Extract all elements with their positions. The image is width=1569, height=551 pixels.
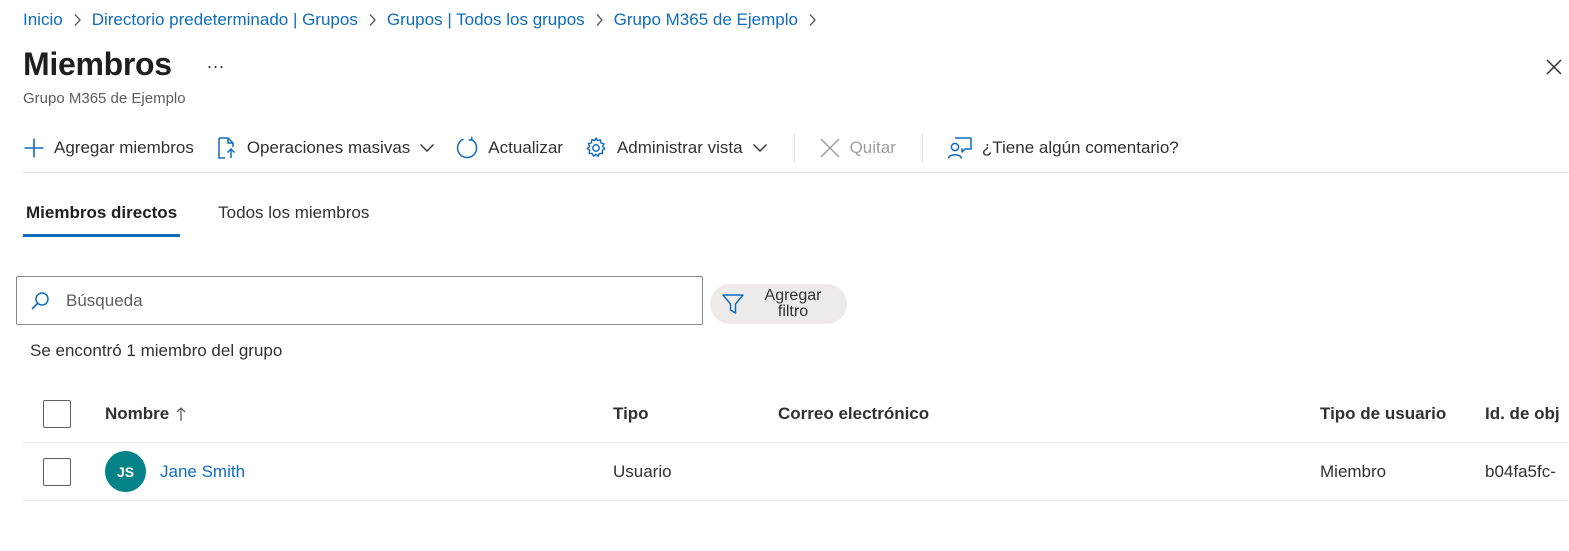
refresh-label: Actualizar: [488, 138, 563, 157]
bulk-operations-button[interactable]: Operaciones masivas: [216, 131, 435, 165]
manage-view-button[interactable]: Administrar vista: [584, 131, 768, 165]
members-table: Nombre Tipo Correo electrónico Tipo de u…: [23, 385, 1569, 501]
chevron-down-icon: [752, 143, 768, 153]
refresh-button[interactable]: Actualizar: [455, 131, 563, 165]
feedback-label: ¿Tiene algún comentario?: [981, 138, 1179, 157]
member-name-link[interactable]: Jane Smith: [160, 462, 245, 482]
search-icon: [30, 291, 52, 311]
row-select-cell: [43, 443, 71, 500]
add-filter-label: Agregar filtro: [764, 287, 822, 320]
avatar: JS: [105, 451, 146, 492]
name-cell: JS Jane Smith: [105, 443, 245, 500]
page-subtitle: Grupo M365 de Ejemplo: [23, 90, 186, 107]
breadcrumb: Inicio Directorio predeterminado | Grupo…: [23, 10, 827, 30]
search-box: [16, 276, 703, 325]
select-all-checkbox[interactable]: [43, 399, 71, 428]
type-cell: Usuario: [613, 461, 672, 481]
plus-icon: [23, 137, 45, 159]
breadcrumb-directory-groups[interactable]: Directorio predeterminado | Grupos: [92, 10, 358, 30]
member-tabs: Miembros directos Todos los miembros: [23, 200, 407, 237]
object-id-cell: b04fa5fc-: [1485, 461, 1556, 481]
tab-all-members[interactable]: Todos los miembros: [215, 200, 372, 237]
breadcrumb-home[interactable]: Inicio: [23, 10, 63, 30]
column-header-user-type[interactable]: Tipo de usuario: [1320, 385, 1446, 442]
arrow-up-icon: [176, 406, 186, 422]
chevron-right-icon: [595, 13, 604, 27]
chevron-right-icon: [808, 13, 817, 27]
table-header-row: Nombre Tipo Correo electrónico Tipo de u…: [23, 385, 1569, 443]
breadcrumb-all-groups[interactable]: Grupos | Todos los grupos: [387, 10, 585, 30]
select-all-cell: [43, 385, 71, 442]
feedback-button[interactable]: ¿Tiene algún comentario?: [947, 131, 1179, 165]
add-members-label: Agregar miembros: [54, 138, 194, 157]
chevron-right-icon: [73, 13, 82, 27]
search-input[interactable]: [66, 290, 666, 311]
column-header-type[interactable]: Tipo: [613, 385, 649, 442]
remove-button[interactable]: Quitar: [819, 131, 896, 165]
column-header-object-id[interactable]: Id. de obj: [1485, 385, 1560, 442]
chevron-down-icon: [419, 143, 435, 153]
manage-view-label: Administrar vista: [616, 138, 743, 157]
add-members-button[interactable]: Agregar miembros: [23, 131, 194, 165]
add-filter-button[interactable]: Agregar filtro: [710, 284, 847, 324]
command-bar: Agregar miembros Operaciones masivas Act…: [23, 131, 1179, 165]
breadcrumb-group[interactable]: Grupo M365 de Ejemplo: [614, 10, 798, 30]
page-title: Miembros: [23, 46, 172, 82]
gear-icon: [584, 136, 608, 160]
chevron-right-icon: [368, 13, 377, 27]
close-button[interactable]: [1544, 57, 1564, 77]
toolbar-divider: [921, 134, 923, 162]
funnel-icon: [721, 292, 745, 316]
feedback-person-icon: [947, 136, 973, 160]
close-icon: [1546, 59, 1562, 75]
column-header-email[interactable]: Correo electrónico: [778, 385, 929, 442]
close-icon: [819, 137, 841, 159]
toolbar-divider: [793, 134, 795, 162]
more-options-button[interactable]: ...: [207, 52, 225, 73]
document-upload-icon: [216, 136, 238, 160]
bulk-operations-label: Operaciones masivas: [246, 138, 411, 157]
toolbar-divider-line: [23, 172, 1569, 173]
table-row[interactable]: JS Jane Smith Usuario Miembro b04fa5fc-: [23, 443, 1569, 501]
result-count: Se encontró 1 miembro del grupo: [30, 341, 283, 360]
refresh-icon: [455, 136, 479, 160]
tab-direct-members[interactable]: Miembros directos: [23, 200, 181, 237]
column-header-name[interactable]: Nombre: [105, 385, 186, 442]
remove-label: Quitar: [849, 138, 896, 157]
row-checkbox[interactable]: [43, 457, 71, 486]
user-type-cell: Miembro: [1320, 461, 1387, 481]
column-name-label: Nombre: [105, 403, 170, 423]
